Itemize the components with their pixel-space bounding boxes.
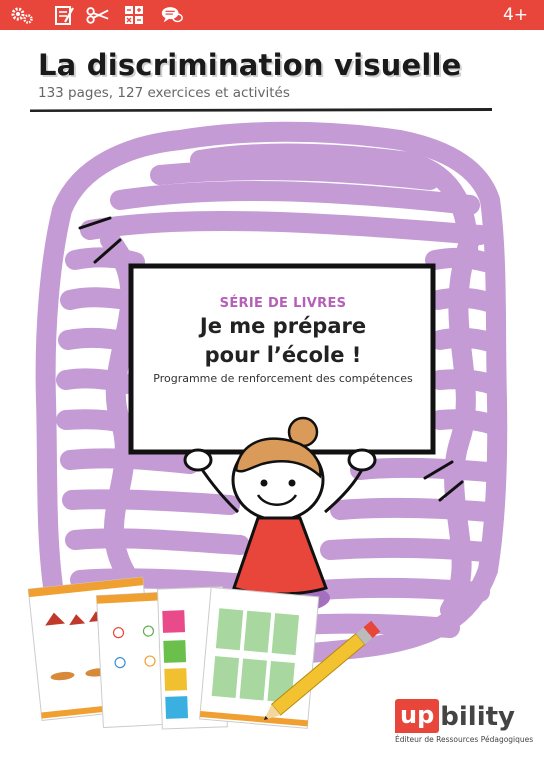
program-label: Programme de renforcement des compétence…: [153, 372, 413, 385]
logo-up: up: [395, 699, 440, 733]
series-title-line2: pour l’école !: [204, 343, 362, 367]
publisher-tagline: Éditeur de Ressources Pédagogiques: [395, 735, 534, 744]
series-title-line1: Je me prépare: [199, 314, 367, 338]
publisher-logo: up bility Éditeur de Ressources Pédagogi…: [395, 699, 535, 744]
sign-content: SÉRIE DE LIVRES Je me prépare pour l’éco…: [134, 296, 432, 385]
series-label: SÉRIE DE LIVRES: [219, 296, 347, 311]
logo-bility: bility: [440, 702, 515, 732]
